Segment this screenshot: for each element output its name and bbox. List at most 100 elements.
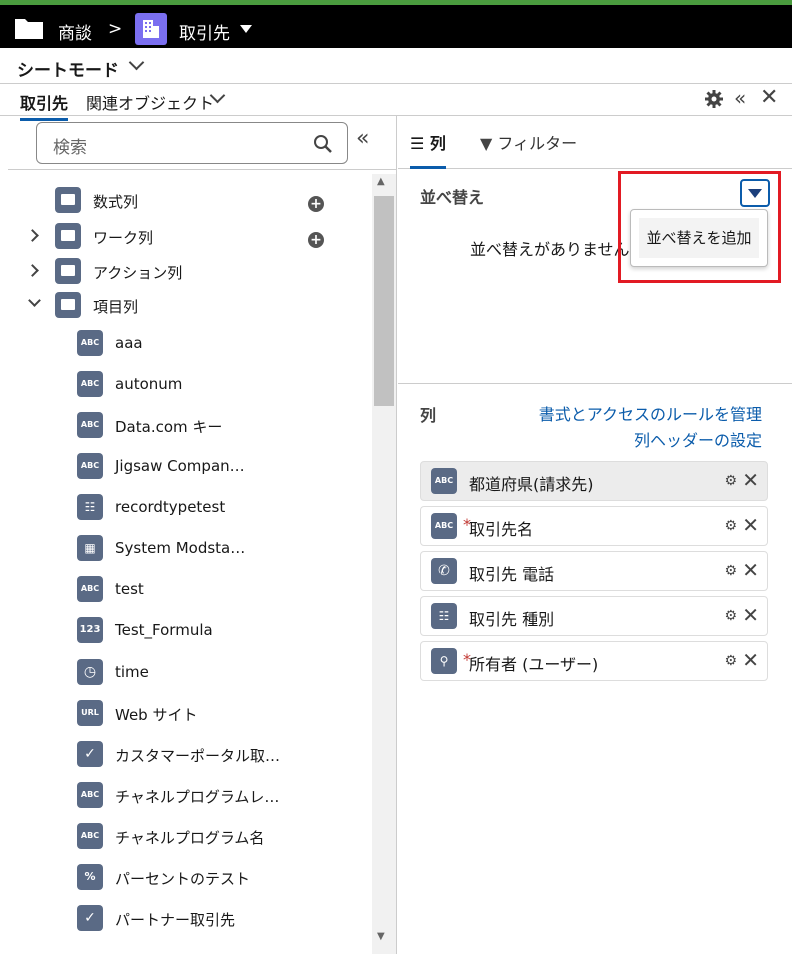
divider [8, 169, 396, 170]
field-item[interactable]: Test_Formula [115, 621, 213, 639]
settings-panel: ☰ 列 ▼ フィルター 並べ替え 並べ替えがありません 並べ替えを追加 列 書式… [398, 116, 792, 954]
text-field-icon: ABC [77, 453, 103, 479]
tree-node-work-columns[interactable]: ワーク列 [93, 227, 153, 248]
tab-related-objects[interactable]: 関連オブジェクト [86, 90, 214, 114]
remove-icon[interactable]: ✕ [742, 603, 759, 627]
sort-dropdown-button[interactable] [740, 179, 770, 207]
gear-icon[interactable]: ⚙ [724, 653, 737, 669]
search-placeholder: 検索 [53, 138, 87, 158]
field-tree-panel: 検索 « 数式列 + ワーク列 + アクション列 項目列 ABC aaa ABC… [8, 116, 397, 954]
remove-icon[interactable]: ✕ [742, 648, 759, 672]
remove-icon[interactable]: ✕ [742, 468, 759, 492]
remove-icon[interactable]: ✕ [742, 513, 759, 537]
sort-empty-text: 並べ替えがありません [470, 240, 630, 259]
phone-icon: ✆ [431, 558, 457, 584]
gear-icon[interactable]: ⚙ [724, 518, 737, 534]
tree-node-field-columns[interactable]: 項目列 [93, 296, 138, 317]
search-input[interactable]: 検索 [36, 122, 348, 164]
text-field-icon: ABC [431, 513, 457, 539]
number-field-icon: 123 [77, 617, 103, 643]
picklist-icon: ☷ [431, 603, 457, 629]
field-item[interactable]: Web サイト [115, 704, 197, 725]
text-field-icon: ABC [77, 412, 103, 438]
sheet-mode-title[interactable]: シートモード [17, 56, 119, 81]
manage-rules-link[interactable]: 書式とアクセスのルールを管理 [539, 401, 762, 425]
account-object-icon [135, 13, 167, 45]
breadcrumb-root[interactable]: 商談 [58, 19, 92, 44]
field-item[interactable]: パーセントのテスト [115, 868, 250, 889]
sort-heading: 並べ替え [420, 188, 485, 207]
field-item[interactable]: チャネルプログラム名 [115, 827, 264, 848]
field-item[interactable]: パートナー取引先 [115, 909, 235, 930]
tab-columns[interactable]: ☰ 列 [410, 130, 446, 169]
column-item[interactable]: ABC 都道府県(請求先) ⚙ ✕ [420, 461, 768, 501]
field-item[interactable]: aaa [115, 334, 143, 352]
text-field-icon: ABC [77, 371, 103, 397]
text-field-icon: ABC [77, 576, 103, 602]
field-item[interactable]: recordtypetest [115, 498, 225, 516]
column-item[interactable]: ✆ 取引先 電話 ⚙ ✕ [420, 551, 768, 591]
add-circle-icon[interactable]: + [308, 196, 324, 212]
scrollbar-thumb[interactable] [374, 196, 394, 406]
chevron-down-icon[interactable] [28, 294, 41, 307]
tab-columns-label: 列 [429, 134, 446, 153]
collapse-panel-icon[interactable]: « [356, 126, 369, 151]
column-label: 取引先 種別 [469, 610, 555, 629]
gear-icon[interactable]: ⚙ [724, 608, 737, 624]
object-title[interactable]: 取引先 [179, 19, 230, 44]
tab-filter[interactable]: ▼ フィルター [480, 130, 577, 154]
field-item[interactable]: カスタマーポータル取… [115, 745, 280, 766]
chevron-right-icon[interactable] [26, 229, 39, 242]
column-item[interactable]: ⚲ * 所有者 (ユーザー) ⚙ ✕ [420, 641, 768, 681]
gear-icon[interactable]: ⚙ [724, 563, 737, 579]
divider [398, 383, 792, 384]
clock-icon: ◷ [77, 659, 103, 685]
right-tabs: ☰ 列 ▼ フィルター [398, 116, 792, 169]
column-label: 所有者 (ユーザー) [469, 655, 599, 674]
field-item[interactable]: Data.com キー [115, 416, 222, 437]
tree-node-formula-columns[interactable]: 数式列 [93, 191, 138, 212]
text-field-icon: ABC [77, 823, 103, 849]
column-label: 都道府県(請求先) [469, 475, 594, 494]
collapse-double-chevron-icon[interactable]: « [734, 86, 746, 110]
gear-icon[interactable] [705, 90, 723, 108]
tree-node-action-columns[interactable]: アクション列 [93, 262, 182, 283]
field-item[interactable]: autonum [115, 375, 182, 393]
chevron-right-icon[interactable] [26, 264, 39, 277]
field-item[interactable]: test [115, 580, 144, 598]
url-field-icon: URL [77, 700, 103, 726]
tab-filter-label: フィルター [497, 134, 578, 153]
scroll-down-arrow-icon[interactable]: ▼ [377, 931, 385, 942]
folder-icon [55, 187, 81, 213]
column-header-settings-link[interactable]: 列ヘッダーの設定 [634, 427, 762, 451]
add-sort-menu-item[interactable]: 並べ替えを追加 [639, 218, 759, 258]
remove-icon[interactable]: ✕ [742, 558, 759, 582]
field-item[interactable]: System Modsta… [115, 539, 245, 557]
scroll-up-arrow-icon[interactable]: ▲ [377, 176, 385, 187]
search-icon[interactable] [313, 134, 333, 154]
lookup-icon: ⚲ [431, 648, 457, 674]
columns-heading: 列 [420, 406, 437, 425]
folder-icon [55, 258, 81, 284]
close-icon[interactable]: ✕ [760, 85, 778, 110]
field-item[interactable]: time [115, 663, 149, 681]
chevron-down-icon[interactable] [128, 54, 145, 71]
add-circle-icon[interactable]: + [308, 232, 324, 248]
checkbox-field-icon: ✓ [77, 905, 103, 931]
column-item[interactable]: ABC * 取引先名 ⚙ ✕ [420, 506, 768, 546]
text-field-icon: ABC [77, 330, 103, 356]
object-dropdown-icon[interactable] [240, 25, 252, 33]
tab-bar: 取引先 関連オブジェクト « ✕ [0, 84, 792, 121]
percent-field-icon: % [77, 864, 103, 890]
column-label: 取引先名 [469, 520, 534, 539]
field-item[interactable]: チャネルプログラムレ… [115, 786, 279, 807]
column-item[interactable]: ☷ 取引先 種別 ⚙ ✕ [420, 596, 768, 636]
folder-icon [55, 223, 81, 249]
field-item[interactable]: Jigsaw Compan… [115, 457, 245, 475]
column-label: 取引先 電話 [469, 565, 555, 584]
text-field-icon: ABC [431, 468, 457, 494]
gear-icon[interactable]: ⚙ [724, 473, 737, 489]
checkbox-field-icon: ✓ [77, 741, 103, 767]
folder-open-icon [55, 292, 81, 318]
mode-bar: シートモード [0, 48, 792, 84]
